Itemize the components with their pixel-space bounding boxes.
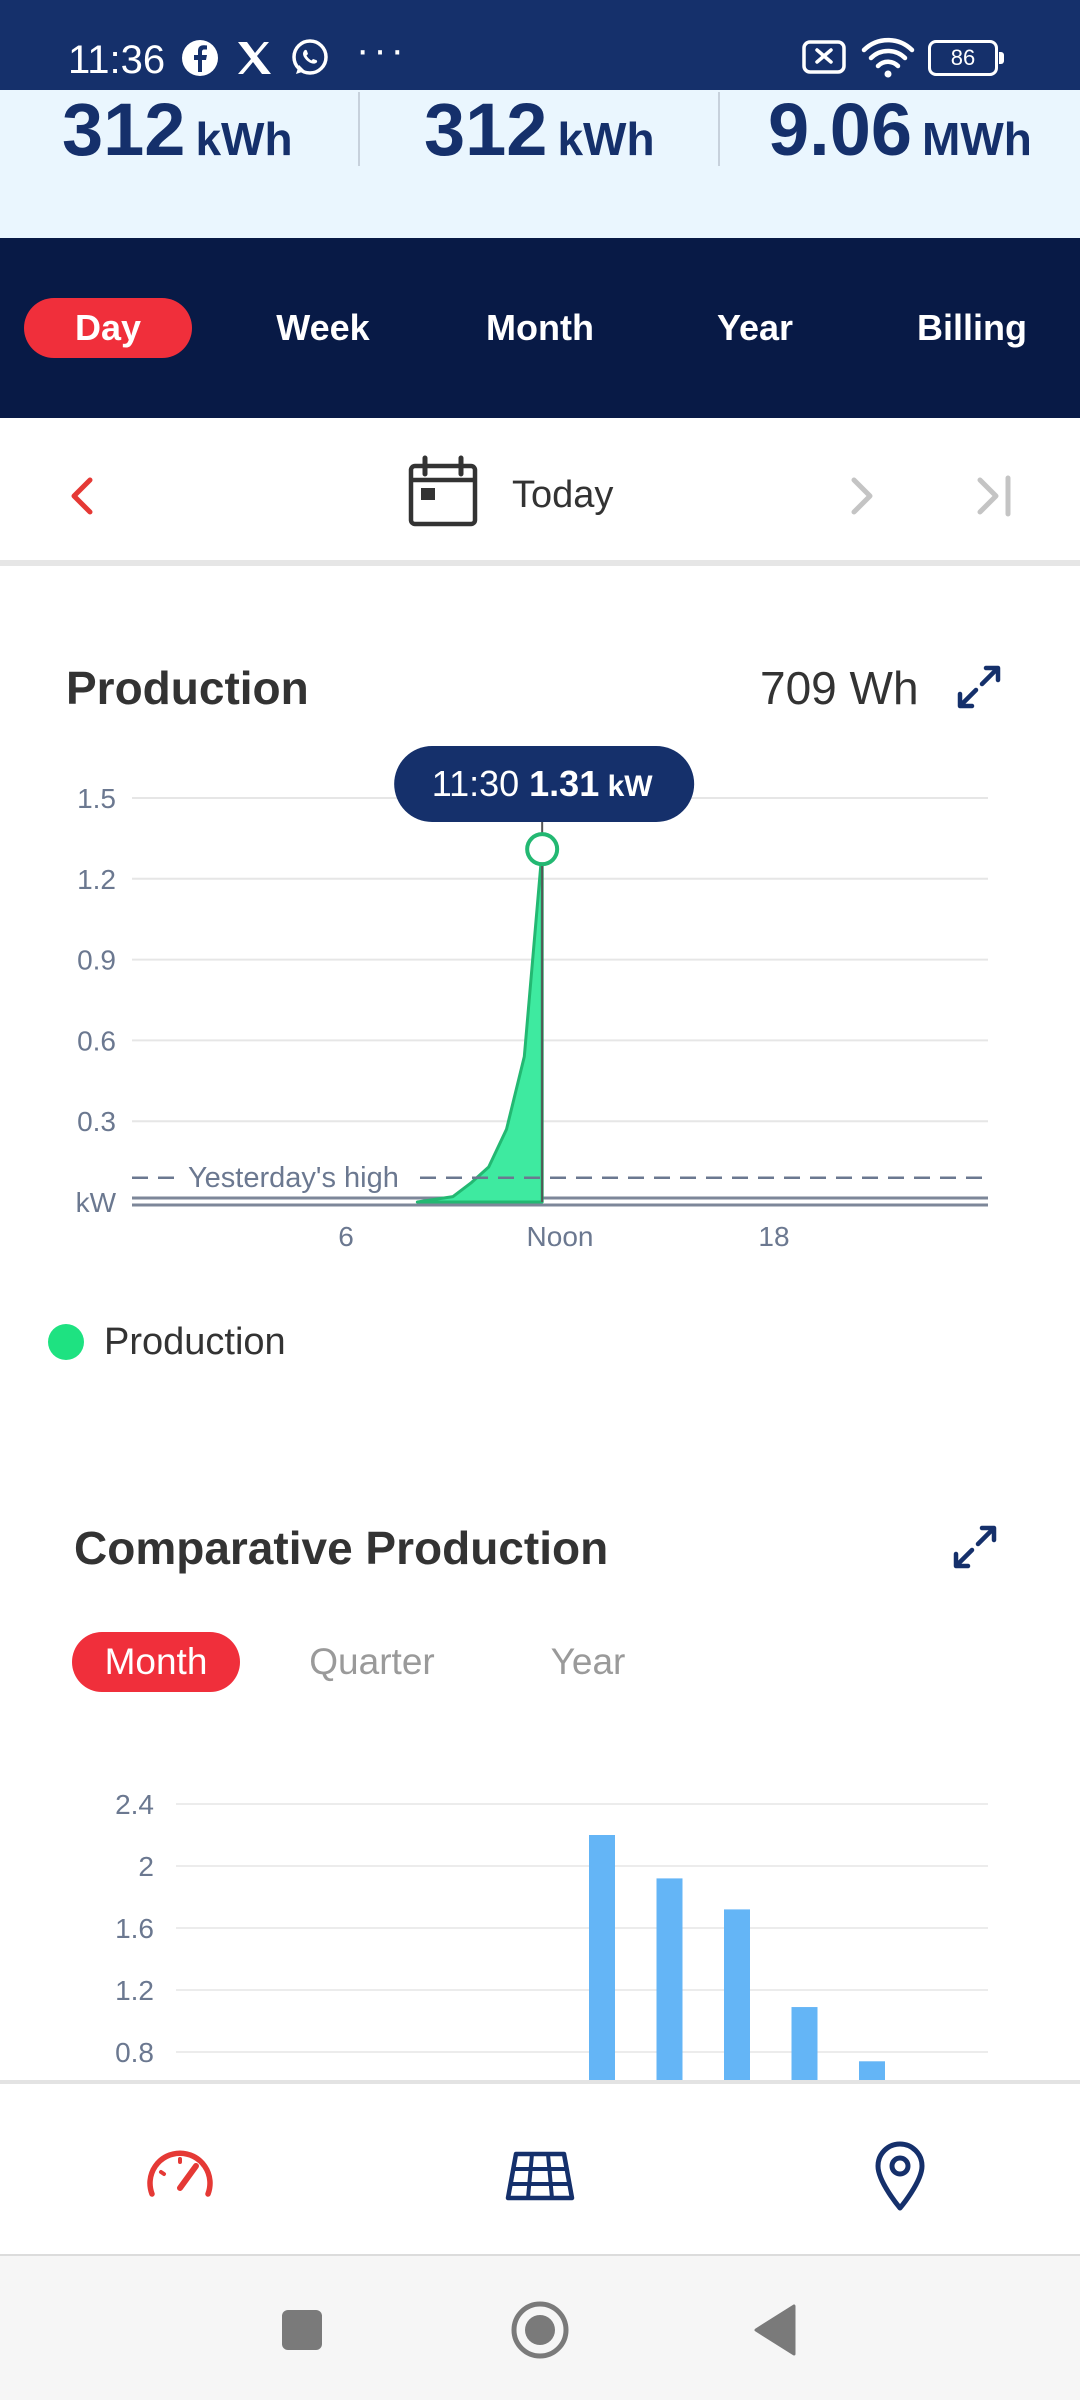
tooltip-value: 1.31 <box>529 763 599 804</box>
tab-year[interactable]: Year <box>688 298 822 358</box>
production-grid <box>132 797 988 1207</box>
comparative-bar <box>589 1835 615 2080</box>
y-tick-label: 2.4 <box>115 1789 154 1820</box>
summary-stat-2: 312 kWh <box>424 90 655 170</box>
tooltip-time: 11:30 <box>432 763 529 804</box>
production-area <box>415 847 544 1204</box>
energy-summary: 312 kWh 312 kWh 9.06 MWh <box>0 90 1080 238</box>
comparative-bars <box>589 1835 885 2080</box>
battery-icon: 86 <box>928 40 1004 76</box>
yesterday-high-reference: Yesterday's high <box>132 1162 988 1194</box>
x-tick-label: 6 <box>338 1221 354 1252</box>
stat-divider <box>718 92 720 166</box>
x-tick-label: Noon <box>527 1221 594 1252</box>
comparative-chart[interactable]: 2.4 2 1.6 1.2 0.8 <box>0 1760 1080 2080</box>
summary-stat-3: 9.06 MWh <box>768 90 1032 170</box>
x-icon <box>238 42 271 74</box>
y-tick-label: 1.2 <box>77 864 116 895</box>
stat-value: 312 <box>424 88 548 171</box>
jump-to-latest-button[interactable] <box>966 466 1026 526</box>
y-tick-label: 0.6 <box>77 1025 116 1056</box>
expand-comparative-icon[interactable] <box>950 1522 1000 1572</box>
more-notifications: ··· <box>356 28 408 72</box>
comparative-title: Comparative Production <box>74 1522 609 1574</box>
comparative-tab-quarter[interactable]: Quarter <box>292 1632 452 1692</box>
solar-panel-icon[interactable] <box>502 2138 578 2214</box>
home-button[interactable] <box>508 2298 572 2362</box>
status-time: 11:36 <box>68 38 166 82</box>
production-total: 709 Wh <box>760 662 919 714</box>
comparative-bar <box>791 2007 818 2080</box>
y-tick-label: kW <box>76 1187 117 1218</box>
battery-level: 86 <box>950 45 976 70</box>
date-navigator: Today <box>0 418 1080 566</box>
location-pin-icon[interactable] <box>862 2138 938 2214</box>
tab-day[interactable]: Day <box>24 298 192 358</box>
summary-stat-1: 312 kWh <box>62 90 293 170</box>
date-label[interactable]: Today <box>512 470 613 520</box>
stat-value: 312 <box>62 88 186 171</box>
y-tick-label: 0.8 <box>115 2037 154 2068</box>
stat-unit: kWh <box>195 113 293 165</box>
back-button[interactable] <box>746 2298 810 2362</box>
y-tick-label: 0.9 <box>77 945 116 976</box>
production-title: Production <box>66 662 309 714</box>
stat-unit: MWh <box>922 113 1032 165</box>
wifi-icon <box>861 37 915 78</box>
comparative-bar <box>859 2061 885 2080</box>
next-day-button[interactable] <box>832 466 892 526</box>
comparative-tab-year[interactable]: Year <box>528 1632 648 1692</box>
comparative-bar <box>656 1878 683 2080</box>
status-bar: 11:36 ··· 86 <box>0 0 1080 90</box>
reference-label: Yesterday's high <box>188 1162 399 1194</box>
tab-month[interactable]: Month <box>460 298 620 358</box>
production-legend-swatch <box>48 1324 84 1360</box>
y-tick-label: 1.5 <box>77 783 116 814</box>
system-navigation <box>0 2254 1080 2400</box>
tab-billing[interactable]: Billing <box>890 298 1054 358</box>
comparative-grid <box>176 1803 988 2053</box>
app-root: 11:36 ··· 86 312 kWh 312 kWh 9.06 MWh Da… <box>0 0 1080 2400</box>
production-legend-label: Production <box>104 1321 286 1363</box>
y-tick-label: 1.6 <box>115 1913 154 1944</box>
expand-production-icon[interactable] <box>954 662 1004 712</box>
bottom-navigation <box>0 2080 1080 2254</box>
comparative-y-axis: 2.4 2 1.6 1.2 0.8 <box>115 1789 154 2068</box>
facebook-icon <box>182 40 218 76</box>
tooltip-point <box>525 832 560 867</box>
period-tabs: Day Week Month Year Billing <box>0 238 1080 418</box>
tooltip-unit: kW <box>599 770 653 803</box>
y-tick-label: 0.3 <box>77 1106 116 1137</box>
comparative-tab-month[interactable]: Month <box>72 1632 240 1692</box>
stat-value: 9.06 <box>768 88 913 171</box>
tab-week[interactable]: Week <box>250 298 396 358</box>
previous-day-button[interactable] <box>52 466 112 526</box>
production-tooltip: 11:30 1.31 kW <box>394 746 695 1202</box>
production-series <box>415 847 544 1204</box>
production-chart[interactable]: 1.5 1.2 0.9 0.6 0.3 kW 6 Noon 18 Yesterday's hi… <box>0 740 1080 1260</box>
no-sim-icon <box>802 40 846 74</box>
calendar-icon[interactable] <box>405 454 481 530</box>
tooltip-text: 11:30 1.31 kW <box>432 763 654 804</box>
recents-button[interactable] <box>270 2298 334 2362</box>
stat-unit: kWh <box>557 113 655 165</box>
stat-divider <box>358 92 360 166</box>
dashboard-gauge-icon[interactable] <box>142 2138 218 2214</box>
comparative-bar <box>724 1909 750 2080</box>
production-x-axis: 6 Noon 18 <box>338 1221 789 1252</box>
x-tick-label: 18 <box>758 1221 789 1252</box>
y-tick-label: 1.2 <box>115 1975 154 2006</box>
y-tick-label: 2 <box>138 1851 154 1882</box>
whatsapp-icon <box>292 39 328 75</box>
production-y-axis: 1.5 1.2 0.9 0.6 0.3 kW <box>76 783 117 1218</box>
